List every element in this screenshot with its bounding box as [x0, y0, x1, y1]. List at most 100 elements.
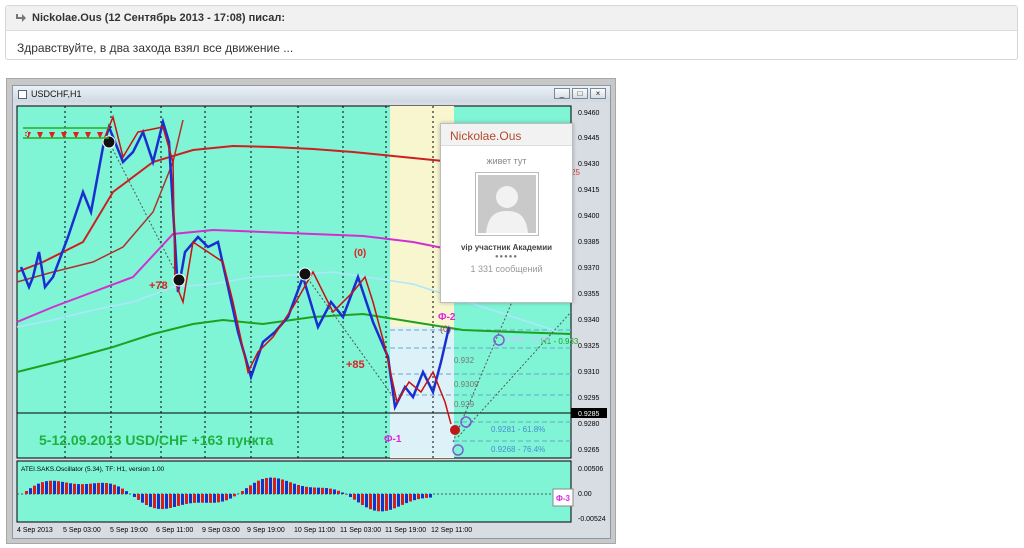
- oscillator-bar: [161, 494, 164, 510]
- oscillator-bar: [273, 477, 276, 494]
- oscillator-bar: [333, 489, 336, 494]
- oscillator-bar: [245, 488, 248, 494]
- oscillator-bar: [37, 483, 40, 494]
- level-label-2: 0.9309: [454, 380, 479, 389]
- oscillator-bar: [417, 494, 420, 500]
- oscillator-bar: [189, 494, 192, 504]
- quote-text: Здравствуйте, в два захода взял все движ…: [17, 41, 294, 55]
- price-tick: 0.9400: [578, 213, 600, 220]
- oscillator-bar: [169, 494, 172, 508]
- current-price-value: 0.9285: [578, 411, 600, 418]
- oscillator-bar: [85, 483, 88, 494]
- oscillator-bar: [97, 482, 100, 494]
- oscillator-bar: [45, 481, 48, 494]
- oscillator-bar: [325, 488, 328, 494]
- oscillator-bar: [113, 484, 116, 494]
- oscillator-bar: [65, 482, 68, 494]
- oscillator-bar: [401, 494, 404, 505]
- oscillator-bar: [309, 487, 312, 494]
- fib-label-618: 0.9281 - 61.8%: [491, 425, 545, 434]
- oscillator-bar: [293, 483, 296, 494]
- oscillator-bar: [393, 494, 396, 509]
- phi3-label: Ф-3: [556, 494, 570, 503]
- wave-marker: [450, 425, 460, 435]
- time-tick: 5 Sep 03:00: [63, 527, 101, 534]
- oscillator-bar: [257, 480, 260, 494]
- oscillator-bar: [285, 480, 288, 494]
- oscillator-title: ATEI.SAKS.Oscillator (5.34), TF: H1, ver…: [21, 466, 165, 473]
- price-tick: 0.9325: [578, 343, 600, 350]
- close-button[interactable]: ×: [590, 88, 606, 99]
- oscillator-bar: [341, 492, 344, 494]
- price-tick: 0.9430: [578, 161, 600, 168]
- osc-tick: -0.00524: [578, 516, 606, 523]
- oscillator-bar: [133, 494, 136, 497]
- oscillator-bar: [145, 494, 148, 506]
- price-tick: 0.9310: [578, 369, 600, 376]
- profile-name[interactable]: Nickolae.Ous: [441, 124, 572, 146]
- chart-screenshot: USDCHF,H1 _ □ × +78 +85 (0) (0) Ф-2 Ф-1 …: [6, 78, 616, 544]
- oscillator-bar: [369, 494, 372, 510]
- oscillator-bar: [429, 494, 432, 498]
- avatar[interactable]: [474, 172, 539, 236]
- time-tick: 9 Sep 19:00: [247, 527, 285, 534]
- oscillator-bar: [277, 478, 280, 494]
- time-tick: 9 Sep 03:00: [202, 527, 240, 534]
- price-tick: 0.9415: [578, 187, 600, 194]
- time-tick: 4 Sep 2013: [17, 527, 53, 534]
- fib-label-0: 0.934 - 0.0%: [505, 335, 550, 344]
- oscillator-bar: [125, 491, 128, 494]
- phi-minus2-label: Ф-2: [438, 312, 456, 323]
- time-tick: 11 Sep 03:00: [340, 527, 381, 534]
- oscillator-bar: [397, 494, 400, 507]
- oscillator-bar: [213, 494, 216, 503]
- oscillator-bar: [81, 484, 84, 494]
- oscillator-bar: [249, 485, 252, 494]
- wave-marker: [298, 267, 312, 281]
- oscillator-bar: [253, 482, 256, 494]
- oscillator-bar: [153, 494, 156, 509]
- oscillator-bar: [353, 494, 356, 500]
- price-tick: 0.9295: [578, 395, 600, 402]
- oscillator-bar: [405, 494, 408, 504]
- oscillator-bar: [157, 494, 160, 509]
- oscillator-bar: [41, 482, 44, 494]
- phi-minus1-label: Ф-1: [384, 434, 402, 445]
- profile-status: живет тут: [486, 156, 527, 166]
- oscillator-bar: [317, 487, 320, 494]
- quote-author: Nickolae.Ous (12 Сентябрь 2013 - 17:08) …: [32, 12, 286, 24]
- price-tick: 0.9355: [578, 291, 600, 298]
- wave-marker: [172, 273, 186, 287]
- oscillator-bar: [149, 494, 152, 507]
- price-tick: 0.9370: [578, 265, 600, 272]
- chart-window: USDCHF,H1 _ □ × +78 +85 (0) (0) Ф-2 Ф-1 …: [12, 85, 611, 539]
- oscillator-bar: [265, 477, 268, 494]
- time-tick: 5 Sep 19:00: [110, 527, 148, 534]
- oscillator-bar: [345, 494, 348, 495]
- oscillator-bar: [329, 488, 332, 494]
- oscillator-bar: [185, 494, 188, 504]
- profit-label-85: +85: [346, 359, 365, 371]
- oscillator-bar: [101, 482, 104, 494]
- oscillator-bar: [349, 494, 352, 498]
- price-tick: 0.9460: [578, 110, 600, 117]
- oscillator-bar: [61, 481, 64, 494]
- restore-button[interactable]: □: [572, 88, 588, 99]
- oscillator-bar: [229, 494, 232, 499]
- oscillator-bar: [269, 477, 272, 494]
- window-title: USDCHF,H1: [31, 89, 82, 99]
- profile-rank: vip участник Академии: [460, 243, 553, 252]
- oscillator-bar: [425, 494, 428, 498]
- oscillator-bar: [377, 494, 380, 512]
- price-tick: 0.9265: [578, 447, 600, 454]
- oscillator-bar: [69, 483, 72, 494]
- oscillator-bar: [305, 486, 308, 494]
- oscillator-bar: [141, 494, 144, 503]
- oscillator-bar: [109, 483, 112, 494]
- oscillator-bar: [49, 480, 52, 494]
- window-titlebar[interactable]: USDCHF,H1 _ □ ×: [13, 86, 610, 103]
- level-label-3: 0.929: [454, 400, 475, 409]
- oscillator-bar: [409, 494, 412, 502]
- time-tick: 12 Sep 11:00: [431, 527, 472, 534]
- minimize-button[interactable]: _: [554, 88, 570, 99]
